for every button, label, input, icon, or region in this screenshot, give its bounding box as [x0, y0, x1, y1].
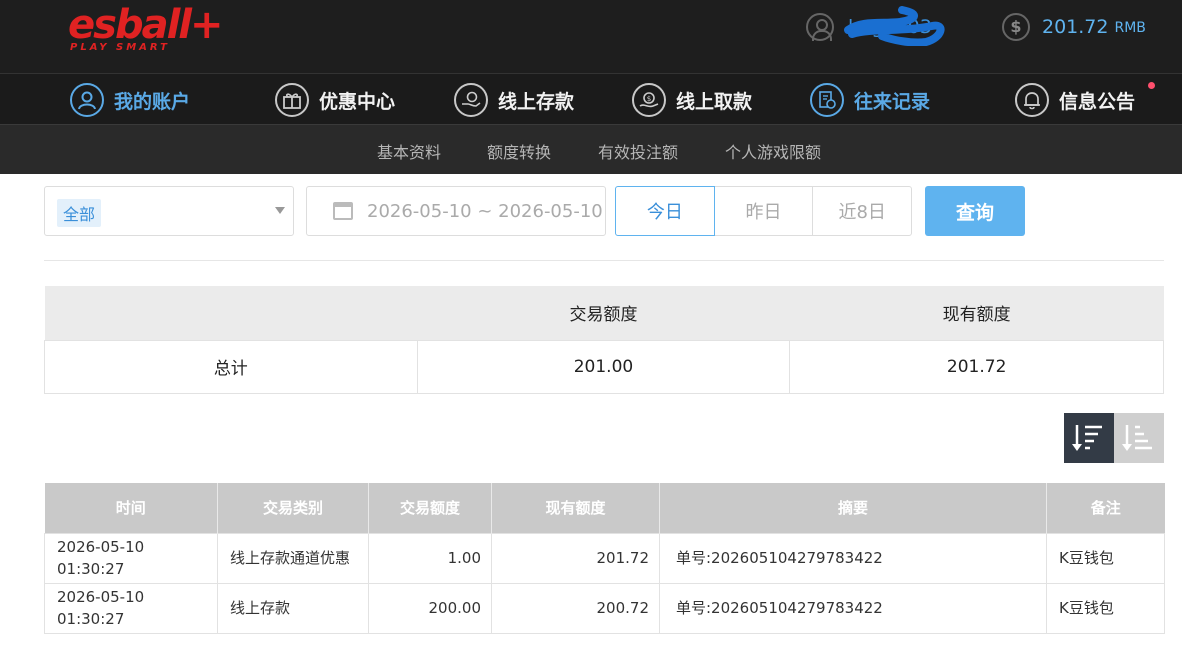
currency-label: RMB	[1114, 20, 1146, 36]
summary-cell: 201.72	[789, 339, 1164, 394]
cell-amount: 1.00	[368, 532, 492, 584]
user-icon	[806, 13, 834, 41]
dollar-icon: $	[1002, 13, 1030, 41]
selected-type-tag: 全部	[57, 199, 102, 227]
table-row: 2026-05-10 01:30:27 线上存款 200.00 200.72 单…	[44, 582, 1165, 634]
sort-ascending-button[interactable]	[1114, 413, 1164, 463]
cell-type: 线上存款通道优惠	[217, 532, 369, 584]
nav-label: 信息公告	[1059, 90, 1136, 113]
date-range-value: 2026-05-10 ~ 2026-05-10	[367, 200, 603, 222]
cell-time: 2026-05-10 01:30:27	[44, 532, 218, 584]
nav-label: 线上取款	[676, 90, 753, 113]
balance-value: 201.72	[1042, 16, 1109, 38]
sort-descending-icon	[1072, 425, 1102, 451]
svg-text:$: $	[647, 95, 651, 103]
cell-type: 线上存款	[217, 582, 369, 634]
sort-ascending-icon	[1122, 425, 1152, 451]
cell-remark: K豆钱包	[1046, 582, 1165, 634]
query-button[interactable]: 查询	[925, 186, 1025, 236]
nav-deposit[interactable]: 线上存款	[454, 82, 574, 118]
main-nav: 我的账户 优惠中心 线上存款 $ 线上取款 往来记录 信息公告	[0, 73, 1182, 125]
notification-dot	[1148, 82, 1155, 89]
nav-promotions[interactable]: 优惠中心	[275, 82, 395, 118]
summary-header-row: 交易额度 现有额度	[44, 286, 1164, 340]
esball-logo[interactable]: esball+ PLAY SMART	[68, 2, 223, 58]
chevron-down-icon	[275, 207, 285, 214]
deposit-hand-icon	[454, 83, 488, 117]
records-icon	[810, 83, 844, 117]
date-range-picker[interactable]: 2026-05-10 ~ 2026-05-10	[306, 186, 606, 236]
nav-my-account[interactable]: 我的账户	[70, 82, 190, 118]
cell-balance: 201.72	[491, 532, 660, 584]
nav-label: 线上存款	[498, 90, 575, 113]
subnav-valid-bets[interactable]: 有效投注额	[598, 139, 678, 163]
subnav-transfer[interactable]: 额度转换	[487, 139, 551, 163]
nav-label: 优惠中心	[319, 90, 396, 113]
subnav-game-limits[interactable]: 个人游戏限额	[725, 139, 821, 163]
nav-records[interactable]: 往来记录	[810, 82, 930, 118]
top-header: esball+ PLAY SMART l...g0203 $ 201.72 RM…	[0, 0, 1182, 73]
cell-summary: 单号:202605104279783422	[659, 582, 1047, 634]
column-header-amount: 交易额度	[368, 483, 492, 533]
divider	[44, 260, 1164, 261]
last-8-days-button[interactable]: 近8日	[812, 186, 913, 236]
cell-time: 2026-05-10 01:30:27	[44, 582, 218, 634]
user-circle-icon	[70, 83, 104, 117]
subnav-basic-info[interactable]: 基本资料	[377, 139, 441, 163]
gift-icon	[275, 83, 309, 117]
transaction-type-select[interactable]: 全部	[44, 186, 294, 236]
cell-remark: K豆钱包	[1046, 532, 1165, 584]
transaction-table: 时间 交易类别 交易额度 现有额度 摘要 备注 2026-05-10 01:30…	[44, 483, 1165, 634]
summary-total-row: 总计 201.00 201.72	[44, 339, 1164, 394]
yesterday-button[interactable]: 昨日	[713, 186, 814, 236]
summary-header-cell	[44, 286, 418, 340]
cell-summary: 单号:202605104279783422	[659, 532, 1047, 584]
cell-amount: 200.00	[368, 582, 492, 634]
logo-subtext: PLAY SMART	[70, 42, 170, 53]
nav-label: 我的账户	[114, 90, 191, 113]
withdraw-hand-icon: $	[632, 83, 666, 117]
table-header-row: 时间 交易类别 交易额度 现有额度 摘要 备注	[44, 483, 1165, 533]
column-header-remark: 备注	[1046, 483, 1165, 533]
summary-table: 交易额度 现有额度 总计 201.00 201.72	[44, 286, 1164, 394]
nav-withdraw[interactable]: $ 线上取款	[632, 82, 752, 118]
summary-header-cell: 现有额度	[789, 286, 1164, 340]
column-header-type: 交易类别	[217, 483, 369, 533]
sub-nav: 基本资料 额度转换 有效投注额 个人游戏限额	[0, 125, 1182, 174]
cell-balance: 200.72	[491, 582, 660, 634]
column-header-summary: 摘要	[659, 483, 1047, 533]
column-header-time: 时间	[44, 483, 218, 533]
redaction-scribble	[844, 6, 945, 46]
nav-label: 往来记录	[854, 90, 931, 113]
nav-announcements[interactable]: 信息公告	[1015, 82, 1135, 118]
column-header-balance: 现有额度	[491, 483, 660, 533]
quick-date-group: 今日 昨日 近8日	[615, 186, 913, 236]
today-button[interactable]: 今日	[615, 186, 715, 236]
balance-display: $ 201.72 RMB	[1002, 12, 1146, 42]
summary-cell: 总计	[44, 339, 418, 394]
summary-cell: 201.00	[416, 339, 791, 394]
sort-descending-button[interactable]	[1064, 413, 1114, 463]
calendar-icon	[333, 202, 353, 220]
summary-header-cell: 交易额度	[417, 286, 790, 340]
bell-icon	[1015, 83, 1049, 117]
table-row: 2026-05-10 01:30:27 线上存款通道优惠 1.00 201.72…	[44, 532, 1165, 584]
